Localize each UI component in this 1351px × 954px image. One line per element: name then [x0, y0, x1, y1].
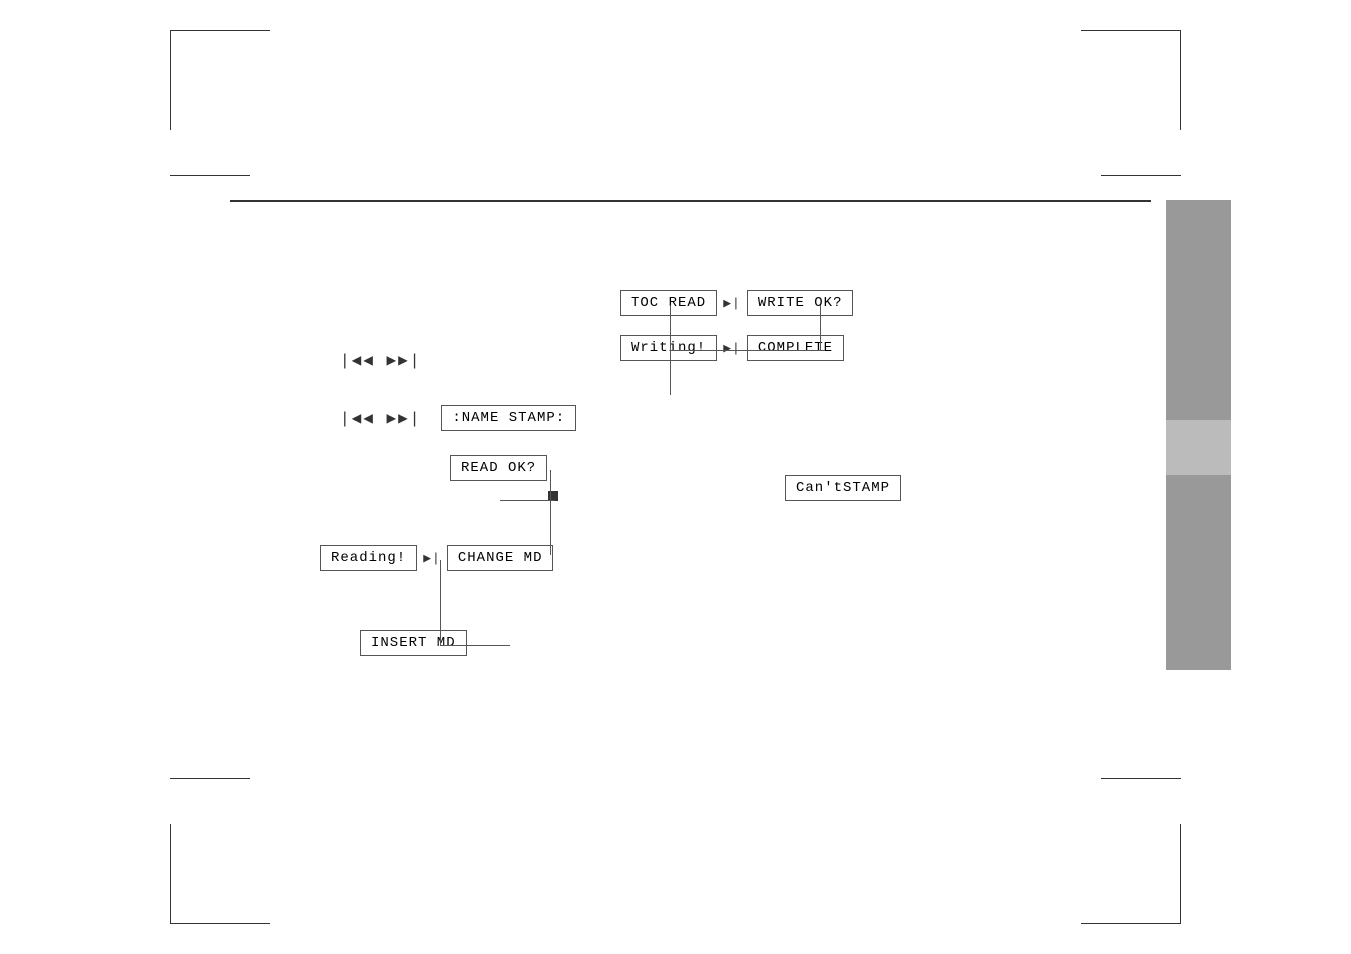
reading-row: Reading! ▶| CHANGE MD	[320, 545, 553, 571]
reading-box: Reading!	[320, 545, 417, 571]
transport1-row: |◀◀ ▶▶|	[340, 350, 421, 370]
name-stamp-box: :NAME STAMP:	[441, 405, 576, 431]
toc-read-box: TOC READ	[620, 290, 717, 316]
complete-box: COMPLETE	[747, 335, 844, 361]
reading-to-change-arrow: ▶|	[423, 551, 441, 566]
cant-stamp-box: Can'tSTAMP	[785, 475, 901, 501]
main-area: TOC READ ▶| WRITE OK? |◀◀ ▶▶| Writing! ▶…	[230, 200, 1231, 754]
tick-tr	[1101, 175, 1181, 176]
writing-row: Writing! ▶| COMPLETE	[620, 335, 844, 361]
change-md-box: CHANGE MD	[447, 545, 554, 571]
cantstamp-row: Can'tSTAMP	[785, 475, 901, 501]
hline-1	[670, 350, 825, 351]
read-ok-box: READ OK?	[450, 455, 547, 481]
tick-tl	[170, 175, 250, 176]
sidebar-inner	[1166, 420, 1231, 475]
corner-tr	[1081, 30, 1181, 130]
hline-2	[500, 500, 555, 501]
corner-br	[1081, 824, 1181, 924]
corner-bl	[170, 824, 270, 924]
write-ok-box: WRITE OK?	[747, 290, 854, 316]
hline-3	[440, 645, 510, 646]
insert-md-box: INSERT MD	[360, 630, 467, 656]
toc-to-write-arrow: ▶|	[723, 296, 741, 311]
vline-4	[550, 470, 551, 500]
toc-row: TOC READ ▶| WRITE OK?	[620, 290, 853, 316]
corner-tl	[170, 30, 270, 130]
transport1-symbol: |◀◀ ▶▶|	[340, 350, 421, 370]
vline-3	[670, 350, 671, 395]
tick-br	[1101, 778, 1181, 779]
vline-6	[440, 560, 441, 645]
insertmd-row: INSERT MD	[360, 630, 467, 656]
writing-to-complete-arrow: ▶|	[723, 341, 741, 356]
vline-5	[550, 500, 551, 555]
transport2-symbol: |◀◀ ▶▶|	[340, 408, 421, 428]
readok-row: READ OK?	[450, 455, 547, 481]
vline-1	[670, 305, 671, 350]
vline-2	[820, 305, 821, 350]
top-rule	[230, 200, 1151, 202]
writing-box: Writing!	[620, 335, 717, 361]
tick-bl	[170, 778, 250, 779]
transport2-row: |◀◀ ▶▶| :NAME STAMP:	[340, 405, 576, 431]
diagram-area: TOC READ ▶| WRITE OK? |◀◀ ▶▶| Writing! ▶…	[230, 230, 1151, 754]
